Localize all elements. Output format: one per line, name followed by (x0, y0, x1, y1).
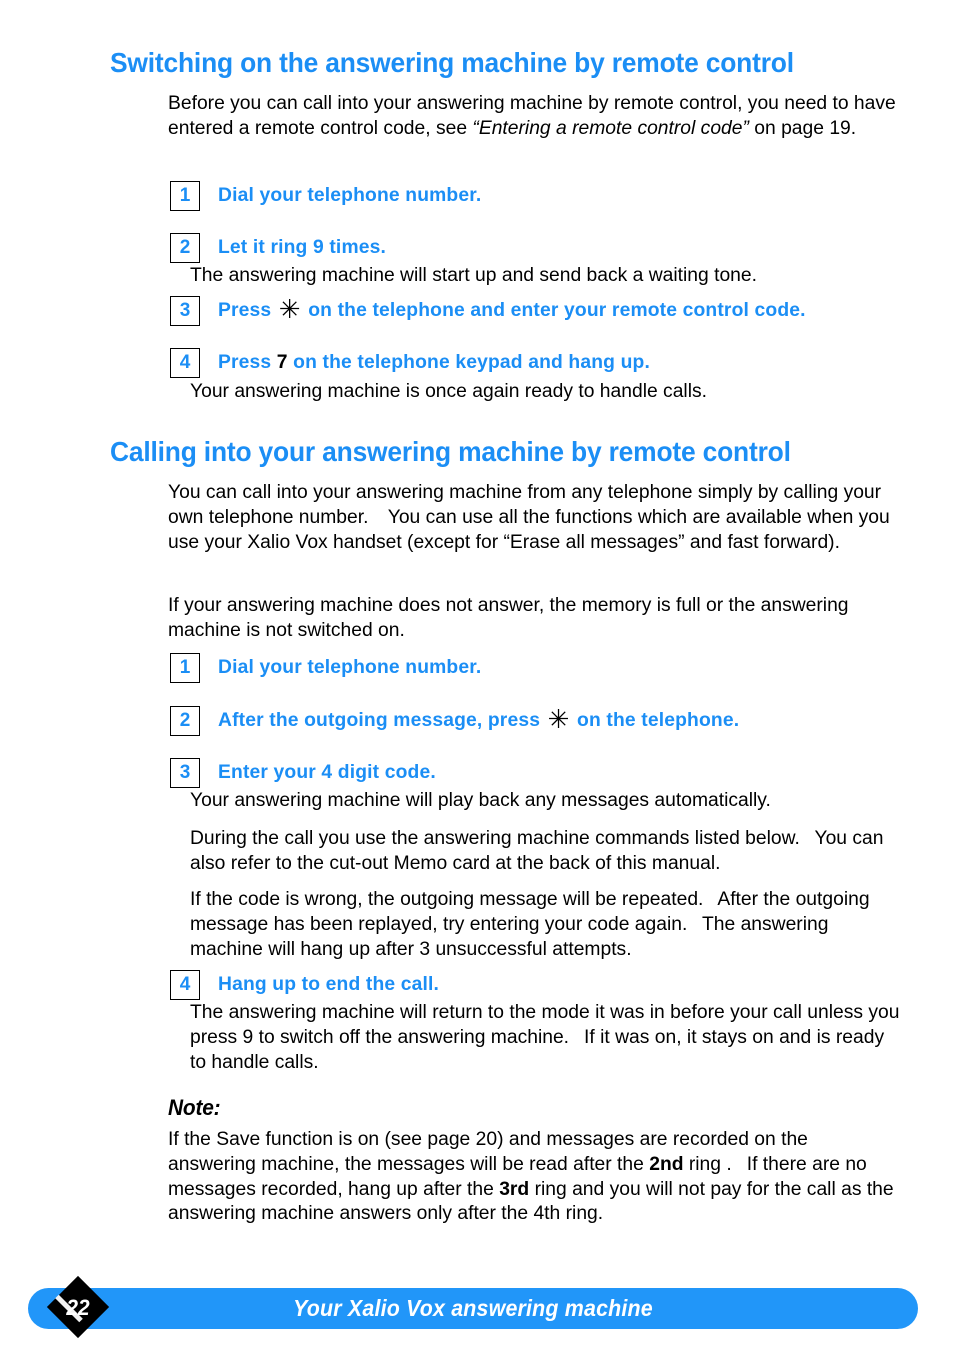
step-number-box: 2 (170, 706, 200, 736)
section2-paragraph-1: You can call into your answering machine… (168, 482, 890, 553)
step-item: 4 Hang up to end the call. (170, 970, 439, 1000)
note-bold-3rd: 3rd (499, 1178, 530, 1200)
step-detail-paragraph: The answering machine will start up and … (190, 265, 757, 286)
step-title: Press 7 on the telephone keypad and hang… (218, 348, 650, 377)
section-heading-switching-on: Switching on the answering machine by re… (110, 47, 794, 78)
step-title-pre: Dial your telephone number. (218, 657, 482, 678)
step-number-box: 1 (170, 653, 200, 683)
section1-intro-paragraph: Before you can call into your answering … (168, 92, 900, 142)
intro-text-tail: on page 19. (748, 117, 857, 139)
step-number-box: 3 (170, 296, 200, 326)
step-title: Dial your telephone number. (218, 653, 481, 682)
step-number-box: 3 (170, 758, 200, 788)
step-detail-paragraph: Your answering machine will play back an… (190, 790, 771, 811)
keypad-digit-7: 7 (276, 352, 288, 373)
step-title-post: on the telephone keypad and hang up. (287, 352, 650, 373)
step-title-pre: Press (218, 300, 277, 321)
step-item: 1 Dial your telephone number. (170, 653, 481, 683)
step-number-box: 2 (170, 233, 200, 263)
step-number-box: 1 (170, 181, 200, 211)
step4-detail-paragraph: The answering machine will return to the… (190, 1002, 900, 1073)
step-number-box: 4 (170, 970, 200, 1000)
document-page: Switching on the answering machine by re… (0, 0, 954, 1352)
step-title: Press ✳ on the telephone and enter your … (218, 296, 806, 325)
note-bold-2nd: 2nd (649, 1153, 684, 1175)
step-item: 4 Press 7 on the telephone keypad and ha… (170, 348, 650, 378)
page-number: 22 (66, 1295, 90, 1320)
step-title-post: on the telephone. (571, 710, 740, 731)
section-heading-calling-into: Calling into your answering machine by r… (110, 436, 791, 467)
step-item: 2 After the outgoing message, press ✳ on… (170, 706, 739, 736)
section2-body-paragraph-1: During the call you use the answering ma… (190, 828, 884, 874)
step-item: 1 Dial your telephone number. (170, 181, 481, 211)
step-title-post: on the telephone and enter your remote c… (302, 300, 806, 321)
step-title-pre: After the outgoing message, press (218, 710, 546, 731)
step-title: Hang up to end the call. (218, 970, 439, 999)
step-title-pre: Let it ring 9 times. (218, 237, 386, 258)
step-detail-paragraph: Your answering machine is once again rea… (190, 381, 707, 402)
step-title-pre: Dial your telephone number. (218, 185, 482, 206)
section2-paragraph-2: If your answering machine does not answe… (168, 595, 849, 641)
page-number-badge: 22 (46, 1275, 110, 1339)
section2-body-paragraph-2: If the code is wrong, the outgoing messa… (190, 889, 870, 960)
step-title-pre: Press (218, 352, 277, 373)
step-item: 2 Let it ring 9 times. (170, 233, 386, 263)
step-title-pre: Hang up to end the call. (218, 974, 440, 995)
asterisk-key-icon: ✳ (278, 294, 301, 324)
step-title: Enter your 4 digit code. (218, 758, 436, 787)
intro-text-italic: “Entering a remote control code” (472, 117, 749, 139)
step-title: After the outgoing message, press ✳ on t… (218, 706, 739, 735)
asterisk-key-icon: ✳ (547, 704, 570, 734)
step-item: 3 Enter your 4 digit code. (170, 758, 436, 788)
note-heading: Note: (168, 1095, 221, 1120)
note-paragraph: If the Save function is on (see page 20)… (168, 1128, 900, 1227)
footer-title: Your Xalio Vox answering machine (293, 1295, 653, 1321)
step-number-box: 4 (170, 348, 200, 378)
step-title: Dial your telephone number. (218, 181, 481, 210)
step-item: 3 Press ✳ on the telephone and enter you… (170, 296, 806, 326)
step-title-pre: Enter your 4 digit code. (218, 762, 436, 783)
step-title: Let it ring 9 times. (218, 233, 386, 262)
